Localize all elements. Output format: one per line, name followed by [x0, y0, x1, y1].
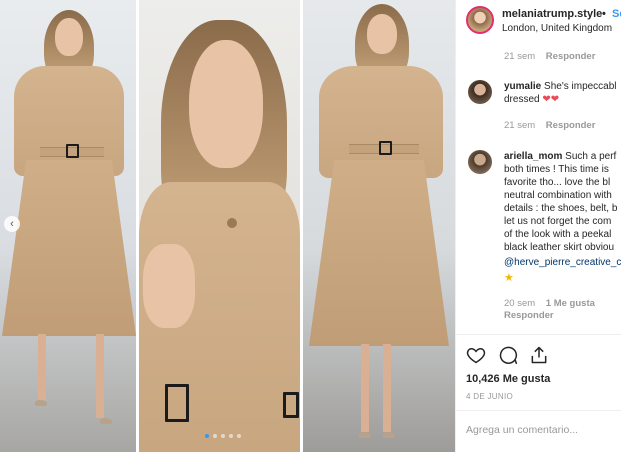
separator-dot: • [602, 8, 606, 20]
carousel-dot[interactable] [237, 434, 241, 438]
comment-text: Such a perf [565, 151, 617, 162]
heart-emoji-icon: ❤❤ [542, 94, 560, 105]
reply-button[interactable]: Responder [546, 51, 596, 62]
comment-username[interactable]: yumalie [504, 81, 541, 92]
star-emoji-icon: ★ [504, 272, 514, 284]
carousel-dot[interactable] [221, 434, 225, 438]
divider [456, 334, 621, 335]
comment-text: both times ! This time is [504, 164, 609, 175]
likes-count[interactable]: 10,426 Me gusta [466, 373, 550, 385]
reply-button[interactable]: Responder [504, 310, 554, 321]
follow-button[interactable]: Seguir [612, 8, 621, 20]
comment-username[interactable]: ariella_mom [504, 151, 562, 162]
post-username[interactable]: melaniatrump.style [502, 8, 602, 20]
add-comment-input[interactable]: Agrega un comentario... [466, 424, 578, 436]
comment-text: She's impeccabl [544, 81, 617, 92]
mention-link[interactable]: @herve_pierre_creative_c [504, 256, 621, 269]
photo-panel-center [139, 0, 300, 452]
post-location[interactable]: London, United Kingdom [502, 23, 612, 34]
comment-time: 21 sem [504, 120, 536, 131]
post-header: melaniatrump.style • Seguir London, Unit… [456, 0, 621, 48]
carousel-dot[interactable] [205, 434, 209, 438]
share-icon[interactable] [529, 345, 549, 365]
comment-text: of the look with a peekal [504, 229, 612, 240]
post-photo[interactable]: ‹ [0, 0, 455, 452]
comment-time: 21 sem [504, 51, 536, 62]
photo-panel-left: ‹ [0, 0, 136, 452]
carousel-indicator [205, 434, 241, 438]
carousel-dot[interactable] [229, 434, 233, 438]
reply-button[interactable]: Responder [546, 120, 596, 131]
avatar[interactable] [466, 6, 494, 34]
comment-text: black leather skirt obviou [504, 242, 615, 253]
carousel-prev-icon[interactable]: ‹ [4, 216, 20, 232]
comment-text: neutral combination with [504, 190, 612, 201]
comment-likes-count[interactable]: 1 Me gusta [546, 298, 595, 309]
comment-text: details : the shoes, belt, b [504, 203, 618, 214]
avatar[interactable] [468, 80, 492, 104]
heart-icon[interactable] [466, 345, 486, 365]
post-sidebar: melaniatrump.style • Seguir London, Unit… [455, 0, 621, 452]
comment-time: 20 sem [504, 298, 536, 309]
post-date: 4 DE JUNIO [466, 392, 514, 401]
photo-panel-right [303, 0, 455, 452]
avatar[interactable] [468, 150, 492, 174]
divider [456, 410, 621, 411]
comment-text: dressed [504, 94, 540, 105]
comment-text: let us not forget the com [504, 216, 612, 227]
comment-text: favorite tho... love the bl [504, 177, 611, 188]
comment-icon[interactable] [498, 345, 518, 365]
carousel-dot[interactable] [213, 434, 217, 438]
